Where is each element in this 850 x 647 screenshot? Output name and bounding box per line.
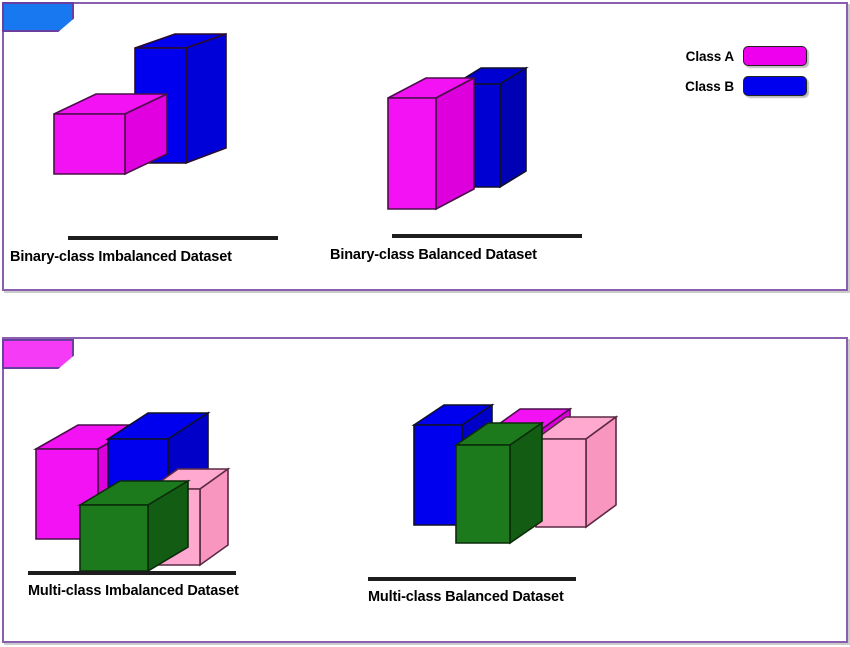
legend-label-class-a: Class A [685,48,734,64]
corner-tab-multi[interactable] [2,339,74,369]
bar-group-multi-balanced [404,377,639,582]
bar-binary-balanced-class-a [387,76,475,211]
caption-rule [28,571,236,575]
bar-binary-imbalanced-class-a [53,92,168,176]
caption-binary-imbalanced: Binary-class Imbalanced Dataset [10,236,278,265]
legend-item-class-b[interactable]: Class B [656,76,807,96]
bar-multi-balanced-class-c [453,421,545,545]
caption-rule [68,236,278,240]
caption-multi-imbalanced: Multi-class Imbalanced Dataset [28,571,239,599]
caption-text: Multi-class Balanced Dataset [368,589,564,605]
bar-group-multi-imbalanced [30,397,290,587]
legend-label-class-b: Class B [685,78,734,94]
bar-group-binary-balanced [382,56,547,226]
caption-text: Multi-class Imbalanced Dataset [28,583,239,599]
figure-canvas: Class A Class B Binary-class Imbalanced … [0,0,850,647]
legend-swatch-class-b [743,76,807,96]
caption-text: Binary-class Imbalanced Dataset [10,249,232,265]
bar-multi-imbalanced-class-c [77,479,191,573]
bar-group-binary-imbalanced [46,26,246,216]
caption-binary-balanced: Binary-class Balanced Dataset [330,234,582,263]
legend-swatch-class-a [743,46,807,66]
caption-rule [368,577,576,581]
caption-text: Binary-class Balanced Dataset [330,247,537,263]
legend-item-class-a[interactable]: Class A [656,46,807,66]
bar-multi-balanced-class-d [533,415,619,529]
caption-rule [392,234,582,238]
corner-tab-binary[interactable] [2,2,74,32]
legend-binary: Class A Class B [656,46,807,106]
caption-multi-balanced: Multi-class Balanced Dataset [368,577,576,605]
